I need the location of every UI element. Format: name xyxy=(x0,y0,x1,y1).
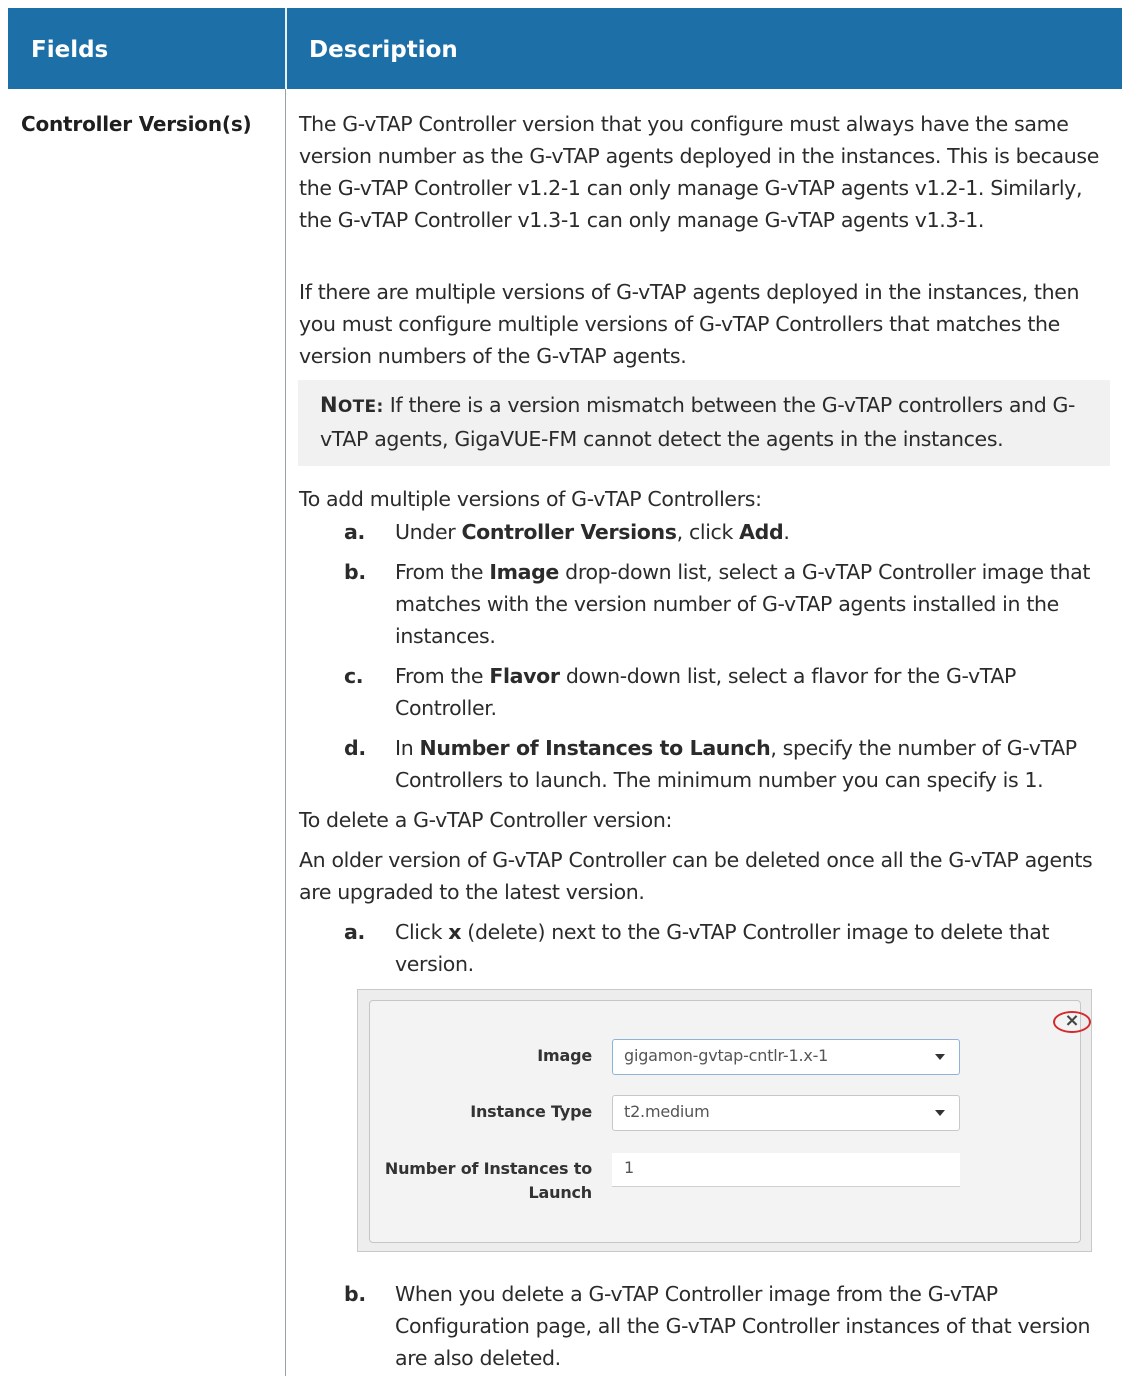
description-paragraph: The G-vTAP Controller version that you c… xyxy=(299,112,1099,232)
instance-count-input[interactable]: 1 xyxy=(612,1153,960,1187)
add-steps-list: a. Under Controller Versions, click Add. … xyxy=(344,516,1112,804)
list-item: b. From the Image drop-down list, select … xyxy=(344,560,1091,648)
field-name: Controller Version(s) xyxy=(21,112,252,136)
list-item: b. When you delete a G-vTAP Controller im… xyxy=(344,1282,1091,1370)
controller-version-panel: × Image gigamon-gvtap-cntlr-1.x-1 Instan… xyxy=(369,1000,1091,1243)
note-text: If there is a version mismatch between t… xyxy=(320,393,1076,451)
list-item: a. Click x (delete) next to the G-vTAP Co… xyxy=(344,920,1050,976)
instance-type-label: Instance Type xyxy=(470,1102,592,1121)
list-item: d. In Number of Instances to Launch, spec… xyxy=(344,736,1077,792)
delete-steps-list-continued: b. When you delete a G-vTAP Controller im… xyxy=(344,1278,1112,1374)
chevron-down-icon xyxy=(935,1054,945,1060)
delete-highlight-ring: × xyxy=(1053,1010,1091,1033)
description-column-header: Description xyxy=(309,37,458,63)
delete-steps-list: a. Click x (delete) next to the G-vTAP Co… xyxy=(344,916,1112,980)
close-icon[interactable]: × xyxy=(1055,1010,1089,1031)
controller-version-dialog-screenshot: × Image gigamon-gvtap-cntlr-1.x-1 Instan… xyxy=(357,989,1092,1252)
image-label: Image xyxy=(537,1046,592,1065)
description-paragraph: An older version of G-vTAP Controller ca… xyxy=(299,848,1093,904)
instance-count-label: Number of Instances to Launch xyxy=(384,1159,592,1202)
table-header: Fields Description xyxy=(8,8,1122,89)
header-divider xyxy=(285,8,287,89)
list-item: a. Under Controller Versions, click Add. xyxy=(344,520,790,544)
description-paragraph: If there are multiple versions of G-vTAP… xyxy=(299,280,1080,368)
list-item: c. From the Flavor down-down list, select… xyxy=(344,664,1017,720)
note-label: NOTE: xyxy=(320,393,384,417)
image-select[interactable]: gigamon-gvtap-cntlr-1.x-1 xyxy=(612,1039,960,1075)
fields-column-header: Fields xyxy=(31,37,109,63)
description-paragraph: To delete a G-vTAP Controller version: xyxy=(299,808,673,832)
column-divider xyxy=(285,89,286,1376)
chevron-down-icon xyxy=(935,1110,945,1116)
note-box: NOTE: If there is a version mismatch bet… xyxy=(298,380,1110,466)
description-paragraph: To add multiple versions of G-vTAP Contr… xyxy=(299,487,762,511)
instance-type-select[interactable]: t2.medium xyxy=(612,1095,960,1131)
